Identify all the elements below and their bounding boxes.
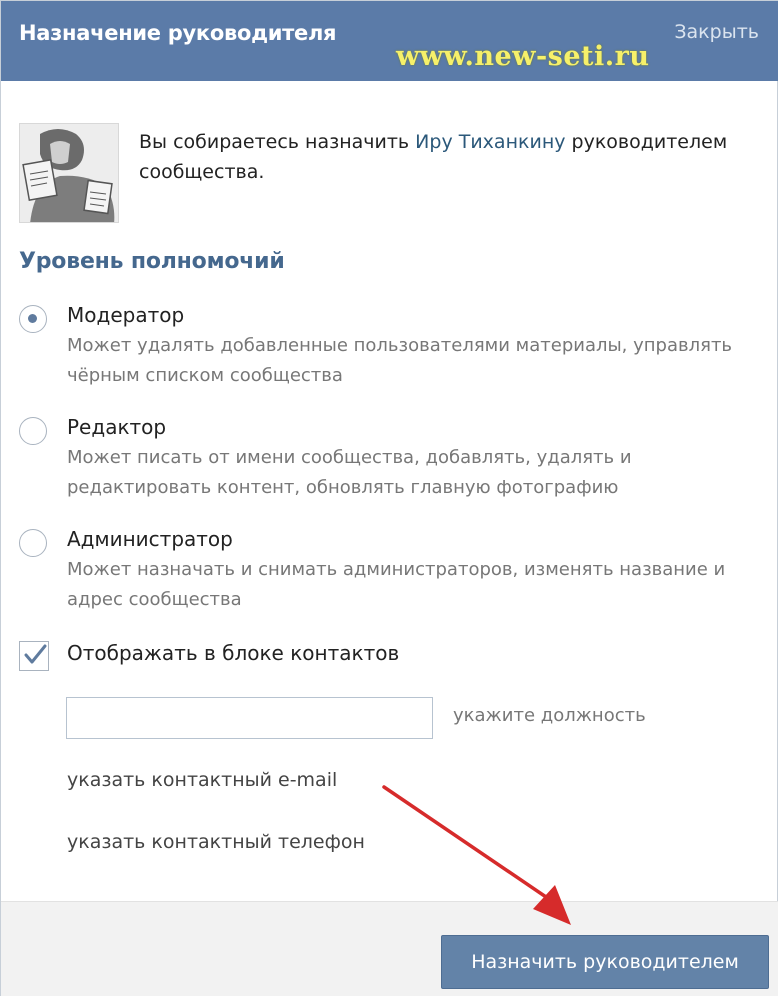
editor-description: Может писать от имени сообщества, добавл…	[67, 447, 632, 498]
assign-manager-dialog: Назначение руководителя www.new-seti.ru …	[0, 0, 778, 996]
add-phone-link[interactable]: указать контактный телефон	[67, 831, 365, 853]
position-input[interactable]	[66, 697, 433, 739]
watermark: www.new-seti.ru	[396, 41, 650, 72]
intro-text-before: Вы собираетесь назначить	[139, 131, 416, 153]
avatar-image	[20, 124, 118, 222]
moderator-label[interactable]: Модератор	[67, 303, 184, 327]
intro-text: Вы собираетесь назначить Иру Тиханкину р…	[139, 127, 739, 187]
editor-label[interactable]: Редактор	[67, 415, 166, 439]
checkmark-icon	[24, 644, 47, 664]
editor-radio[interactable]	[19, 417, 47, 445]
show-in-contacts-label[interactable]: Отображать в блоке контактов	[67, 641, 399, 665]
avatar	[19, 123, 119, 223]
section-title-permissions: Уровень полномочий	[19, 249, 285, 274]
assign-manager-button[interactable]: Назначить руководителем	[441, 935, 769, 989]
administrator-radio[interactable]	[19, 529, 47, 557]
administrator-label[interactable]: Администратор	[67, 527, 233, 551]
user-link[interactable]: Иру Тиханкину	[415, 131, 565, 153]
position-hint: укажите должность	[453, 705, 646, 726]
moderator-description: Может удалять добавленные пользователями…	[67, 335, 733, 386]
close-button[interactable]: Закрыть	[674, 21, 759, 43]
moderator-radio[interactable]	[19, 305, 47, 333]
administrator-description: Может назначать и снимать администраторо…	[67, 559, 726, 610]
dialog-title: Назначение руководителя	[19, 21, 337, 45]
show-in-contacts-checkbox[interactable]	[19, 641, 49, 671]
add-email-link[interactable]: указать контактный e-mail	[67, 769, 337, 791]
dialog-header: Назначение руководителя www.new-seti.ru …	[1, 1, 778, 81]
